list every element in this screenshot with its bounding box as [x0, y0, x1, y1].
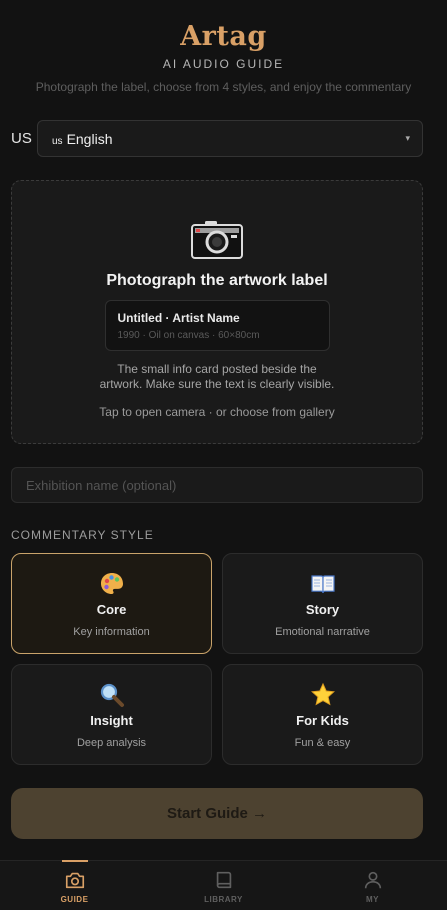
sample-meta: 1990 · Oil on canvas · 60×80cm — [117, 330, 260, 341]
tab-guide[interactable]: GUIDE — [0, 860, 149, 910]
upload-title: Photograph the artwork label — [106, 272, 328, 289]
app-subtitle: AI AUDIO GUIDE — [162, 57, 285, 71]
palette-icon — [100, 573, 123, 594]
language-select[interactable]: us English ▾ — [37, 120, 423, 157]
bottom-tab-bar: GUIDE LIBRARY MY — [0, 860, 447, 910]
tab-label: MY — [366, 895, 379, 904]
style-description: Emotional narrative — [275, 626, 370, 638]
camera-icon — [65, 872, 84, 889]
upload-hint: Tap to open camera · or choose from gall… — [99, 405, 335, 419]
book-icon — [216, 871, 231, 889]
language-selected: English — [66, 130, 113, 147]
commentary-style-label: COMMENTARY STYLE — [11, 528, 154, 542]
style-option-insight[interactable]: Insight Deep analysis — [11, 664, 212, 765]
style-name: Story — [305, 602, 340, 617]
star-icon — [310, 682, 335, 706]
style-option-core[interactable]: Core Key information — [11, 553, 212, 654]
style-name: Core — [96, 602, 127, 617]
language-row: US us English ▾ — [11, 120, 423, 157]
chevron-down-icon: ▾ — [405, 133, 410, 143]
app-header: Artag AI AUDIO GUIDE Photograph the labe… — [0, 0, 447, 94]
style-description: Key information — [73, 626, 150, 638]
language-code: US — [11, 130, 32, 147]
sample-title: Untitled · Artist Name — [117, 311, 240, 325]
flag-icon: us — [52, 135, 63, 147]
start-guide-button[interactable]: Start Guide → — [11, 788, 423, 839]
tab-label: GUIDE — [60, 895, 89, 904]
style-name: For Kids — [296, 713, 349, 728]
style-option-story[interactable]: Story Emotional narrative — [222, 553, 423, 654]
style-description: Deep analysis — [76, 737, 147, 749]
user-icon — [364, 871, 381, 889]
label-sample-card: Untitled · Artist Name 1990 · Oil on can… — [104, 300, 330, 351]
magnifier-icon — [100, 683, 124, 707]
style-option-for-kids[interactable]: For Kids Fun & easy — [222, 664, 423, 765]
commentary-style-grid: Core Key information Story Emotional nar… — [11, 553, 423, 765]
style-description: Fun & easy — [294, 737, 351, 749]
app-tagline: Photograph the label, choose from 4 styl… — [35, 80, 412, 94]
label-upload-area[interactable]: Photograph the artwork label Untitled · … — [11, 180, 423, 444]
app-title: Artag — [180, 21, 267, 52]
book-icon — [310, 575, 335, 594]
tab-label: LIBRARY — [204, 895, 243, 904]
camera-icon — [191, 221, 243, 259]
upload-description: The small info card posted beside the ar… — [99, 362, 335, 391]
tab-library[interactable]: LIBRARY — [149, 861, 298, 910]
language-value: us English — [52, 131, 112, 147]
style-name: Insight — [90, 713, 133, 728]
exhibition-name-input[interactable] — [11, 467, 423, 503]
tab-my[interactable]: MY — [298, 861, 447, 910]
